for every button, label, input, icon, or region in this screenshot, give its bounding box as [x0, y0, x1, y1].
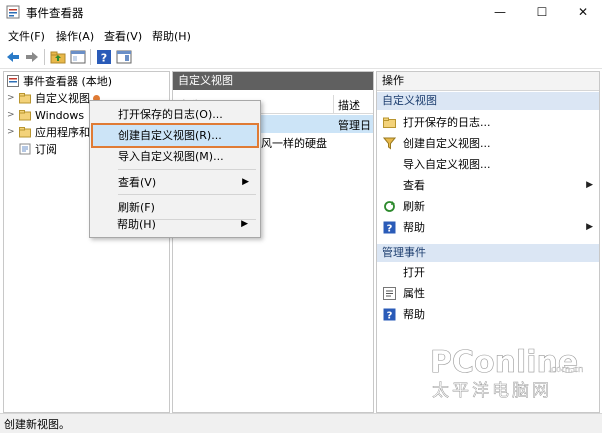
- context-item-view[interactable]: 查看(V) ▶: [93, 172, 257, 193]
- middle-pane-header: 自定义视图: [173, 72, 373, 90]
- context-item-label: 帮助(H): [117, 218, 156, 231]
- menu-help[interactable]: 帮助(H): [152, 28, 191, 44]
- back-icon[interactable]: [5, 49, 21, 65]
- window-title: 事件查看器: [26, 6, 84, 20]
- action-create-custom-view[interactable]: 创建自定义视图...: [377, 133, 599, 154]
- console-icon[interactable]: [70, 49, 86, 65]
- submenu-arrow-icon: ▶: [586, 222, 593, 232]
- action-open[interactable]: 打开: [377, 262, 599, 283]
- context-item-label: 打开保存的日志(O)...: [118, 108, 223, 121]
- svg-text:?: ?: [387, 311, 393, 322]
- folder-icon: [19, 127, 31, 138]
- context-item-label: 查看(V): [118, 176, 157, 189]
- folder-icon: [19, 93, 31, 104]
- actions-section-custom-views[interactable]: 自定义视图: [377, 92, 599, 110]
- action-label: 查看: [403, 179, 425, 192]
- watermark-domain: .com.cn: [548, 365, 584, 375]
- filter-icon: [383, 137, 396, 150]
- close-button[interactable]: ✕: [566, 0, 600, 24]
- svg-text:?: ?: [101, 52, 107, 65]
- context-separator: [118, 194, 256, 195]
- tree-item-label: 订阅: [35, 143, 57, 156]
- action-properties[interactable]: 属性: [377, 283, 599, 304]
- action-help-2[interactable]: ? 帮助: [377, 304, 599, 325]
- event-viewer-icon: [7, 75, 19, 87]
- context-item-help[interactable]: 帮助(H) ▶: [92, 214, 256, 235]
- context-item-label: 导入自定义视图(M)...: [118, 150, 224, 163]
- action-view[interactable]: 查看 ▶: [377, 175, 599, 196]
- column-divider: [333, 95, 334, 113]
- maximize-button[interactable]: ☐: [525, 0, 559, 24]
- chevron-right-icon[interactable]: >: [7, 124, 15, 141]
- folder-icon: [19, 110, 31, 121]
- action-open-saved-log[interactable]: 打开保存的日志...: [377, 112, 599, 133]
- chevron-right-icon[interactable]: >: [7, 90, 15, 107]
- actions-header: 操作: [377, 72, 599, 91]
- panel-icon[interactable]: [116, 49, 132, 65]
- action-label: 打开保存的日志...: [403, 116, 491, 129]
- toolbar-separator: [44, 49, 45, 65]
- table-cell: 风一样的硬盘: [261, 137, 327, 150]
- submenu-arrow-icon: ▶: [586, 180, 593, 190]
- context-item-label: 创建自定义视图(R)...: [118, 129, 222, 142]
- folder-up-icon[interactable]: [50, 49, 66, 65]
- context-separator: [118, 169, 256, 170]
- pconline-watermark-logo: PConline .com.cn 太平洋电脑网: [430, 337, 584, 401]
- submenu-arrow-icon: ▶: [242, 177, 249, 187]
- table-cell: 管理日: [338, 119, 371, 132]
- context-item-import-custom-view[interactable]: 导入自定义视图(M)...: [93, 146, 257, 167]
- event-viewer-app-icon: [6, 5, 20, 19]
- action-label: 打开: [403, 266, 425, 279]
- chevron-right-icon[interactable]: >: [7, 107, 15, 124]
- help-icon: ?: [383, 221, 396, 234]
- action-label: 帮助: [403, 221, 425, 234]
- open-folder-icon: [383, 117, 396, 128]
- column-header-description[interactable]: 描述: [338, 97, 360, 113]
- context-item-create-custom-view[interactable]: 创建自定义视图(R)...: [91, 123, 259, 148]
- toolbar-separator: [90, 49, 91, 65]
- tree-item-label: Windows: [35, 109, 85, 122]
- subscription-icon: [19, 143, 31, 155]
- action-import-custom-view[interactable]: 导入自定义视图...: [377, 154, 599, 175]
- action-label: 属性: [403, 287, 425, 300]
- watermark-tagline: 太平洋电脑网: [432, 381, 552, 401]
- context-item-open-saved-log[interactable]: 打开保存的日志(O)...: [93, 104, 257, 125]
- action-label: 刷新: [403, 200, 425, 213]
- menu-action[interactable]: 操作(A): [56, 28, 94, 44]
- menu-file[interactable]: 文件(F): [8, 28, 45, 44]
- action-label: 帮助: [403, 308, 425, 321]
- refresh-icon: [384, 201, 395, 212]
- help-icon[interactable]: ?: [96, 49, 112, 65]
- status-bar: [0, 413, 602, 433]
- tree-root-label: 事件查看器 (本地): [23, 75, 113, 88]
- help-icon: ?: [383, 308, 396, 321]
- action-help[interactable]: ? 帮助 ▶: [377, 217, 599, 238]
- status-text: 创建新视图。: [4, 418, 70, 431]
- tree-item-label: 应用程序和: [35, 126, 90, 139]
- action-label: 创建自定义视图...: [403, 137, 491, 150]
- forward-icon[interactable]: [24, 49, 40, 65]
- action-refresh[interactable]: 刷新: [377, 196, 599, 217]
- minimize-button[interactable]: —: [483, 0, 517, 24]
- submenu-arrow-icon: ▶: [241, 219, 248, 229]
- properties-icon: [383, 287, 396, 300]
- tree-item-label: 自定义视图: [35, 92, 90, 105]
- actions-section-manage-event[interactable]: 管理事件: [377, 244, 599, 262]
- menu-view[interactable]: 查看(V): [104, 28, 142, 44]
- action-label: 导入自定义视图...: [403, 158, 491, 171]
- svg-text:?: ?: [387, 224, 393, 235]
